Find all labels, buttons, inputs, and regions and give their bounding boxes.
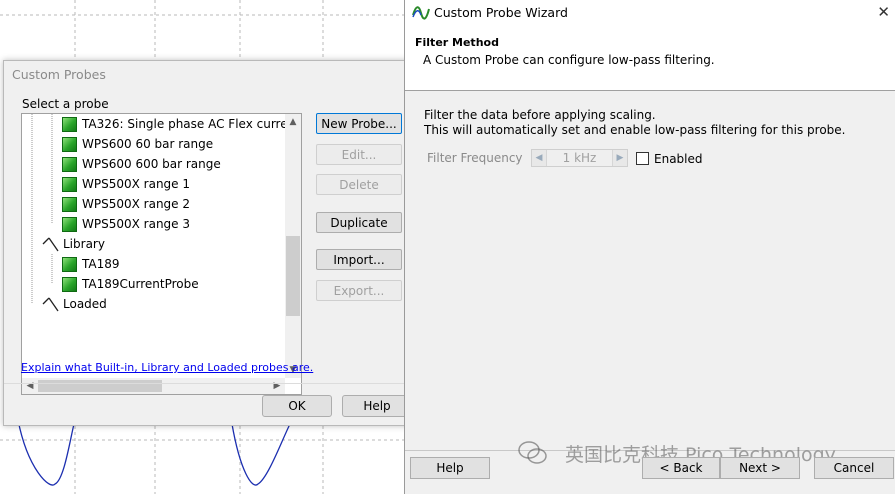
waveform [17, 419, 291, 486]
edit-button[interactable]: Edit... [316, 144, 402, 165]
scroll-right-icon[interactable]: ▶ [269, 378, 285, 394]
tree-item-label: WPS500X range 2 [82, 197, 190, 211]
dialog-title: Custom Probes [12, 67, 106, 82]
scroll-thumb[interactable] [286, 236, 300, 316]
pico-wave-icon [412, 6, 430, 20]
description-line: This will automatically set and enable l… [424, 123, 846, 137]
enabled-checkbox[interactable] [636, 152, 649, 165]
tree-item-label: WPS500X range 3 [82, 217, 190, 231]
probe-tree[interactable]: TA326: Single phase AC Flex curren WPS60… [21, 113, 302, 395]
close-icon[interactable]: ✕ [877, 3, 890, 21]
probe-types-help-link[interactable]: Explain what Built-in, Library and Loade… [21, 361, 313, 374]
increase-icon[interactable]: ▶ [612, 150, 627, 166]
wizard-header: Filter Method A Custom Probe can configu… [405, 28, 895, 91]
scroll-thumb[interactable] [38, 380, 162, 392]
tree-item-label: TA326: Single phase AC Flex curren [82, 117, 296, 131]
tree-item-label: TA189 [82, 257, 120, 271]
new-probe-button[interactable]: New Probe... [316, 113, 402, 134]
page-subtitle: A Custom Probe can configure low-pass fi… [423, 53, 715, 67]
help-button[interactable]: Help [342, 395, 412, 417]
divider [4, 383, 414, 384]
select-probe-label: Select a probe [22, 97, 109, 111]
tree-item-label: TA189CurrentProbe [82, 277, 199, 291]
tree-item-label: WPS600 60 bar range [82, 137, 214, 151]
next-button[interactable]: Next > [720, 457, 800, 479]
import-button[interactable]: Import... [316, 249, 402, 270]
filter-frequency-label: Filter Frequency [427, 151, 523, 165]
tree-item-label: WPS600 600 bar range [82, 157, 221, 171]
delete-button[interactable]: Delete [316, 174, 402, 195]
filter-frequency-value: 1 kHz [562, 151, 597, 165]
enabled-label: Enabled [654, 152, 703, 166]
window-title: Custom Probe Wizard [434, 5, 568, 20]
custom-probe-wizard: Custom Probe Wizard ✕ Filter Method A Cu… [404, 0, 895, 494]
tree-item-label: WPS500X range 1 [82, 177, 190, 191]
description-line: Filter the data before applying scaling. [424, 108, 656, 122]
scroll-left-icon[interactable]: ◀ [22, 378, 38, 394]
ok-button[interactable]: OK [262, 395, 332, 417]
filter-frequency-spinner[interactable]: ◀ 1 kHz ▶ [531, 149, 628, 167]
vertical-scrollbar[interactable]: ▲ ▼ [285, 114, 301, 378]
wechat-icon [518, 441, 547, 464]
tree-guides [31, 114, 53, 304]
duplicate-button[interactable]: Duplicate [316, 212, 402, 233]
back-button[interactable]: < Back [642, 457, 720, 479]
scroll-up-icon[interactable]: ▲ [285, 114, 301, 130]
page-title: Filter Method [415, 36, 499, 49]
decrease-icon[interactable]: ◀ [532, 150, 547, 166]
custom-probes-dialog: Custom Probes Select a probe TA326: Sing… [3, 60, 415, 426]
export-button[interactable]: Export... [316, 280, 402, 301]
cancel-button[interactable]: Cancel [814, 457, 894, 479]
help-button[interactable]: Help [410, 457, 490, 479]
horizontal-scrollbar[interactable]: ◀ ▶ [22, 378, 285, 394]
title-bar: Custom Probe Wizard ✕ [405, 0, 895, 28]
